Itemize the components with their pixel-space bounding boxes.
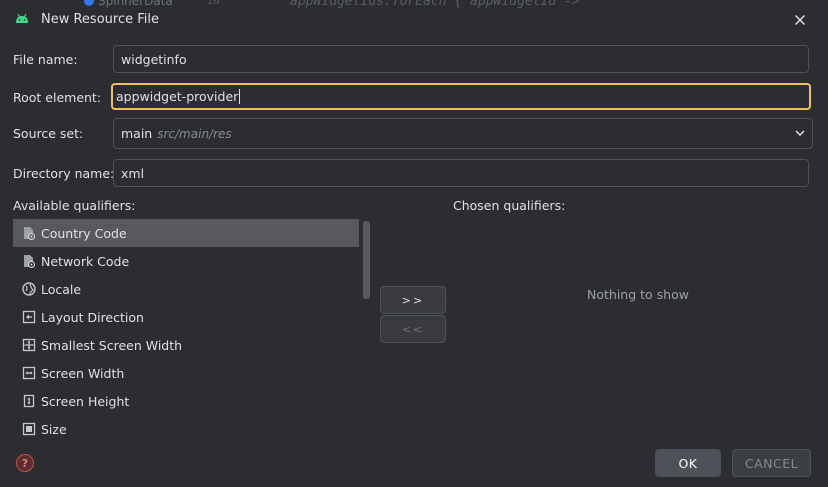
new-resource-file-dialog: SpinnerData 16 appWidgetIds.forEach { ap…: [0, 0, 828, 487]
file-name-input[interactable]: widgetinfo: [113, 45, 809, 73]
source-set-select[interactable]: main src/main/res: [113, 118, 813, 149]
background-code: appWidgetIds.forEach { appWidgetId ->: [290, 0, 580, 9]
background-tab: SpinnerData 16: [84, 0, 219, 8]
list-item[interactable]: Country Code: [13, 219, 359, 247]
root-element-input[interactable]: appwidget-provider: [111, 83, 811, 110]
sim-card-icon: [21, 225, 37, 241]
background-tab-label: SpinnerData: [98, 0, 173, 8]
list-item[interactable]: Smallest Screen Width: [13, 331, 359, 359]
source-set-label: Source set:: [13, 126, 84, 141]
root-element-label: Root element:: [13, 90, 102, 105]
text-caret: [239, 89, 241, 104]
file-name-value: widgetinfo: [121, 51, 187, 67]
smallest-width-icon: [21, 337, 37, 353]
dialog-title: New Resource File: [41, 12, 159, 27]
remove-qualifier-button[interactable]: <<: [380, 315, 446, 343]
source-set-value: main: [121, 126, 153, 141]
file-name-label: File name:: [13, 52, 78, 67]
title-bar: SpinnerData 16 appWidgetIds.forEach { ap…: [0, 0, 828, 36]
available-qualifiers-label: Available qualifiers:: [13, 198, 136, 213]
qualifiers-scrollbar[interactable]: [363, 221, 370, 299]
list-item[interactable]: Size: [13, 415, 359, 437]
directory-name-label: Directory name:: [13, 166, 115, 181]
list-item[interactable]: Layout Direction: [13, 303, 359, 331]
sim-card-icon: [21, 253, 37, 269]
directory-name-value: xml: [121, 165, 145, 181]
android-icon: [16, 13, 28, 23]
close-icon: [795, 15, 805, 25]
globe-icon: [21, 281, 37, 297]
root-element-value: appwidget-provider: [116, 89, 239, 104]
screen-width-icon: [21, 365, 37, 381]
ok-button[interactable]: OK: [655, 449, 721, 477]
list-item[interactable]: Locale: [13, 275, 359, 303]
screen-height-icon: [21, 393, 37, 409]
chosen-qualifiers-empty-text: Nothing to show: [587, 287, 689, 302]
help-button[interactable]: ?: [16, 454, 34, 472]
directory-name-input[interactable]: xml: [113, 159, 809, 187]
help-icon: ?: [21, 456, 29, 470]
source-set-hint: src/main/res: [157, 126, 232, 141]
cancel-button[interactable]: CANCEL: [732, 449, 811, 477]
list-item[interactable]: Screen Width: [13, 359, 359, 387]
layout-direction-icon: [21, 309, 37, 325]
background-tab-number: 16: [206, 0, 220, 7]
size-icon: [21, 421, 37, 437]
list-item[interactable]: Network Code: [13, 247, 359, 275]
list-item[interactable]: Screen Height: [13, 387, 359, 415]
chosen-qualifiers-label: Chosen qualifiers:: [453, 198, 566, 213]
chevron-down-icon: [795, 130, 805, 137]
close-button[interactable]: [790, 10, 810, 30]
available-qualifiers-list[interactable]: Country Code Network Code Locale Layout …: [13, 219, 373, 437]
background-tab-dot-icon: [84, 0, 94, 6]
add-qualifier-button[interactable]: >>: [380, 286, 446, 314]
